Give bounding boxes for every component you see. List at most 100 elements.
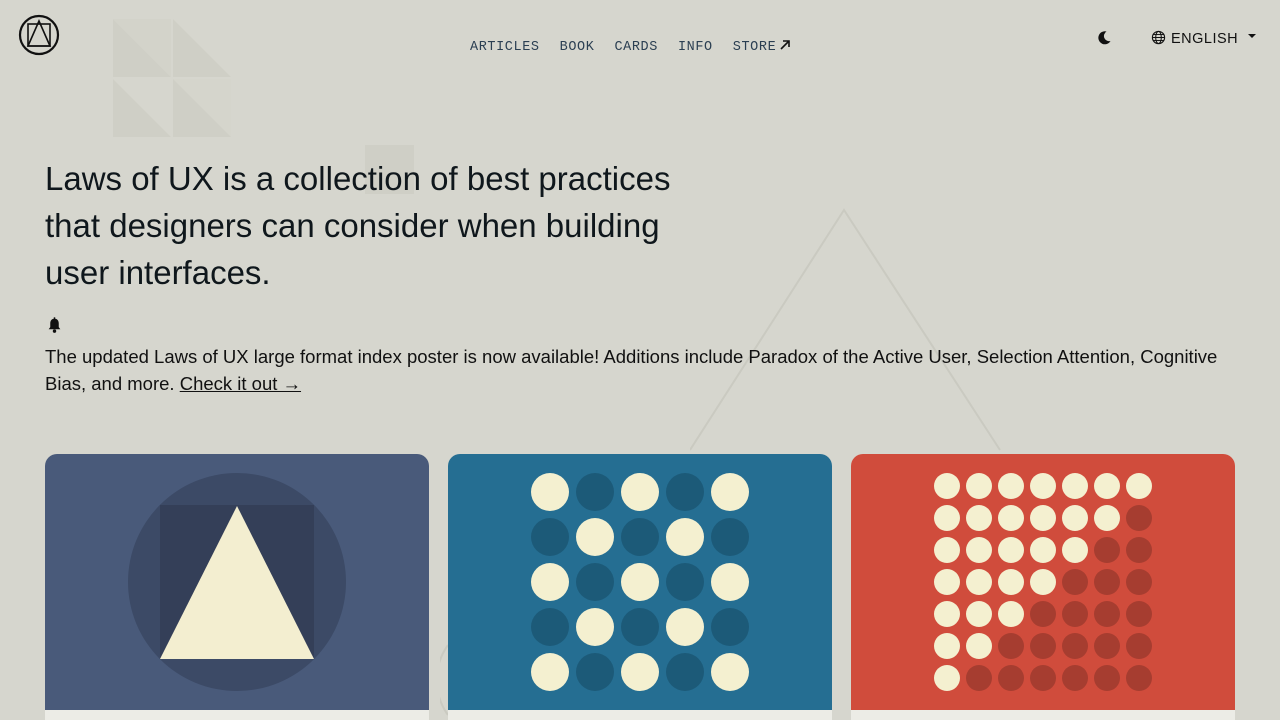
grid-dot bbox=[1030, 569, 1056, 595]
grid-dot bbox=[966, 569, 992, 595]
grid-dot bbox=[934, 537, 960, 563]
grid-dot bbox=[711, 473, 749, 511]
grid-dot bbox=[998, 601, 1024, 627]
grid-dot bbox=[998, 633, 1024, 659]
grid-dot bbox=[998, 665, 1024, 691]
grid-dot bbox=[666, 608, 704, 646]
grid-dot bbox=[966, 601, 992, 627]
grid-dot bbox=[621, 653, 659, 691]
grid-dot bbox=[1094, 473, 1120, 499]
grid-dot bbox=[998, 473, 1024, 499]
grid-dot bbox=[576, 653, 614, 691]
grid-dot bbox=[576, 563, 614, 601]
chevron-down-icon bbox=[1248, 34, 1257, 38]
grid-dot bbox=[1030, 665, 1056, 691]
grid-dot bbox=[621, 473, 659, 511]
grid-dot bbox=[621, 608, 659, 646]
grid-dot bbox=[711, 653, 749, 691]
laws-of-ux-logo-icon[interactable] bbox=[18, 14, 60, 56]
grid-dot bbox=[531, 518, 569, 556]
external-link-icon bbox=[780, 40, 791, 50]
grid-dot bbox=[1126, 537, 1152, 563]
grid-dot bbox=[666, 653, 704, 691]
globe-icon bbox=[1151, 30, 1166, 45]
grid-dot bbox=[966, 633, 992, 659]
grid-dot bbox=[1126, 665, 1152, 691]
grid-dot bbox=[934, 665, 960, 691]
card-caption-area bbox=[448, 710, 832, 720]
card-caption-area bbox=[45, 710, 429, 720]
grid-dot bbox=[1126, 569, 1152, 595]
check-it-out-link[interactable]: Check it out → bbox=[180, 373, 301, 394]
nav-item-store-label: STORE bbox=[732, 40, 777, 55]
grid-dot bbox=[531, 473, 569, 511]
grid-dot bbox=[1094, 665, 1120, 691]
grid-dot bbox=[576, 473, 614, 511]
grid-dot bbox=[966, 505, 992, 531]
grid-dot bbox=[531, 653, 569, 691]
grid-dot bbox=[531, 563, 569, 601]
grid-dot bbox=[1126, 633, 1152, 659]
grid-dot bbox=[1126, 473, 1152, 499]
grid-dot bbox=[1030, 505, 1056, 531]
grid-dot bbox=[711, 563, 749, 601]
nav-item-articles[interactable]: ARTICLES bbox=[470, 40, 540, 55]
grid-dot bbox=[621, 518, 659, 556]
language-label: ENGLISH bbox=[1171, 31, 1239, 47]
bell-icon bbox=[48, 317, 61, 333]
grid-dot bbox=[711, 608, 749, 646]
grid-dot bbox=[1094, 569, 1120, 595]
nav-item-book[interactable]: BOOK bbox=[560, 40, 595, 55]
grid-dot bbox=[1094, 633, 1120, 659]
grid-dot bbox=[1062, 601, 1088, 627]
grid-dot bbox=[998, 537, 1024, 563]
law-card-1[interactable] bbox=[45, 454, 429, 720]
grid-dot bbox=[1126, 505, 1152, 531]
grid-dot bbox=[934, 473, 960, 499]
grid-dot bbox=[576, 608, 614, 646]
grid-dot bbox=[934, 601, 960, 627]
grid-dot bbox=[1062, 633, 1088, 659]
announcement-text: The updated Laws of UX large format inde… bbox=[45, 343, 1225, 397]
grid-dot bbox=[966, 473, 992, 499]
grid-dot bbox=[1062, 537, 1088, 563]
moon-icon[interactable] bbox=[1096, 30, 1112, 46]
card-caption-area bbox=[851, 710, 1235, 720]
hero-headline: Laws of UX is a collection of best pract… bbox=[45, 160, 671, 291]
nav-item-info[interactable]: INFO bbox=[678, 40, 713, 55]
grid-dot bbox=[576, 518, 614, 556]
grid-dot bbox=[666, 563, 704, 601]
main-nav: ARTICLES BOOK CARDS INFO STORE bbox=[470, 40, 791, 55]
grid-dot bbox=[1062, 473, 1088, 499]
grid-dot bbox=[1030, 633, 1056, 659]
grid-dot bbox=[998, 505, 1024, 531]
grid-dot bbox=[1030, 537, 1056, 563]
grid-dot bbox=[1030, 473, 1056, 499]
nav-item-store[interactable]: STORE bbox=[733, 40, 792, 55]
grid-dot bbox=[1062, 569, 1088, 595]
background-triangles-decoration bbox=[113, 19, 231, 137]
grid-dot bbox=[934, 569, 960, 595]
law-card-2[interactable] bbox=[448, 454, 832, 720]
grid-dot bbox=[1126, 601, 1152, 627]
grid-dot bbox=[934, 505, 960, 531]
grid-dot bbox=[1062, 505, 1088, 531]
grid-dot bbox=[934, 633, 960, 659]
grid-dot bbox=[711, 518, 749, 556]
grid-dot bbox=[966, 537, 992, 563]
grid-dot bbox=[621, 563, 659, 601]
grid-dot bbox=[666, 473, 704, 511]
language-selector[interactable]: ENGLISH bbox=[1151, 30, 1257, 47]
nav-item-cards[interactable]: CARDS bbox=[614, 40, 658, 55]
grid-dot bbox=[1094, 601, 1120, 627]
triangle-in-circle-icon bbox=[128, 473, 346, 691]
grid-dot bbox=[1094, 505, 1120, 531]
grid-dot bbox=[531, 608, 569, 646]
dot-grid-7x7-diagonal-icon bbox=[934, 473, 1152, 691]
dot-grid-5x5-icon bbox=[531, 473, 749, 691]
grid-dot bbox=[1094, 537, 1120, 563]
grid-dot bbox=[1030, 601, 1056, 627]
grid-dot bbox=[1062, 665, 1088, 691]
law-card-3[interactable] bbox=[851, 454, 1235, 720]
background-triangle-outline-decoration bbox=[690, 208, 1001, 451]
